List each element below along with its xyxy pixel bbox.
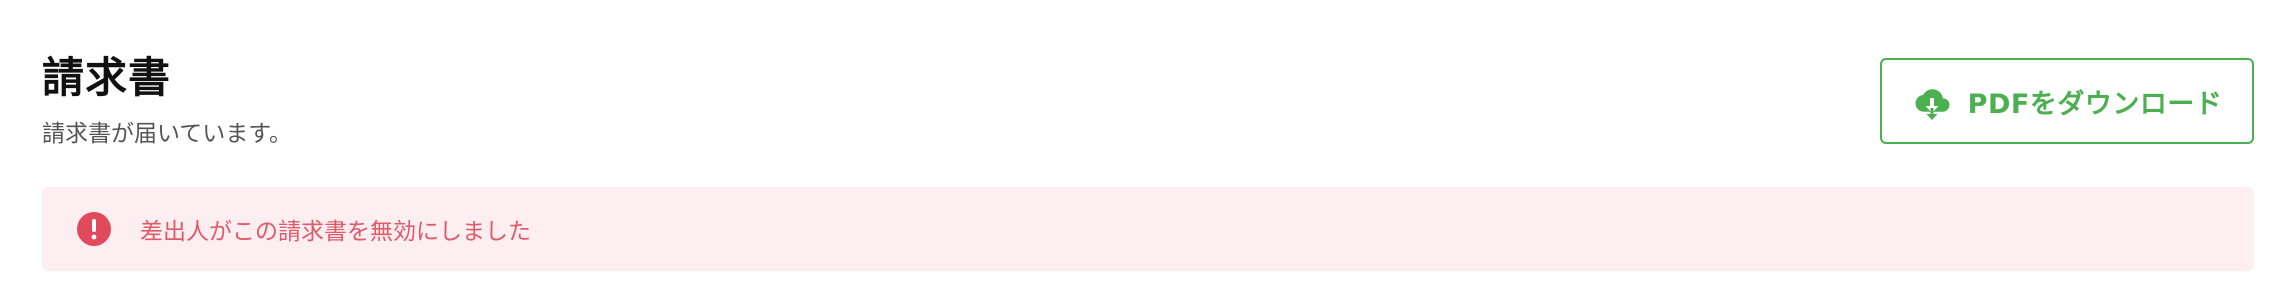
- error-circle-icon: [76, 211, 112, 247]
- download-pdf-label: PDFをダウンロード: [1967, 88, 2223, 120]
- cloud-download-icon: [1912, 81, 1952, 121]
- alert-message: 差出人がこの請求書を無効にしました: [140, 219, 531, 245]
- download-pdf-button[interactable]: PDFをダウンロード: [1880, 58, 2254, 144]
- page-subtitle: 請求書が届いています。: [42, 121, 293, 147]
- page-header: 請求書 請求書が届いています。 PDFをダウンロード: [42, 50, 2254, 160]
- invoice-invalid-alert: 差出人がこの請求書を無効にしました: [42, 187, 2254, 271]
- page-title: 請求書: [42, 53, 172, 102]
